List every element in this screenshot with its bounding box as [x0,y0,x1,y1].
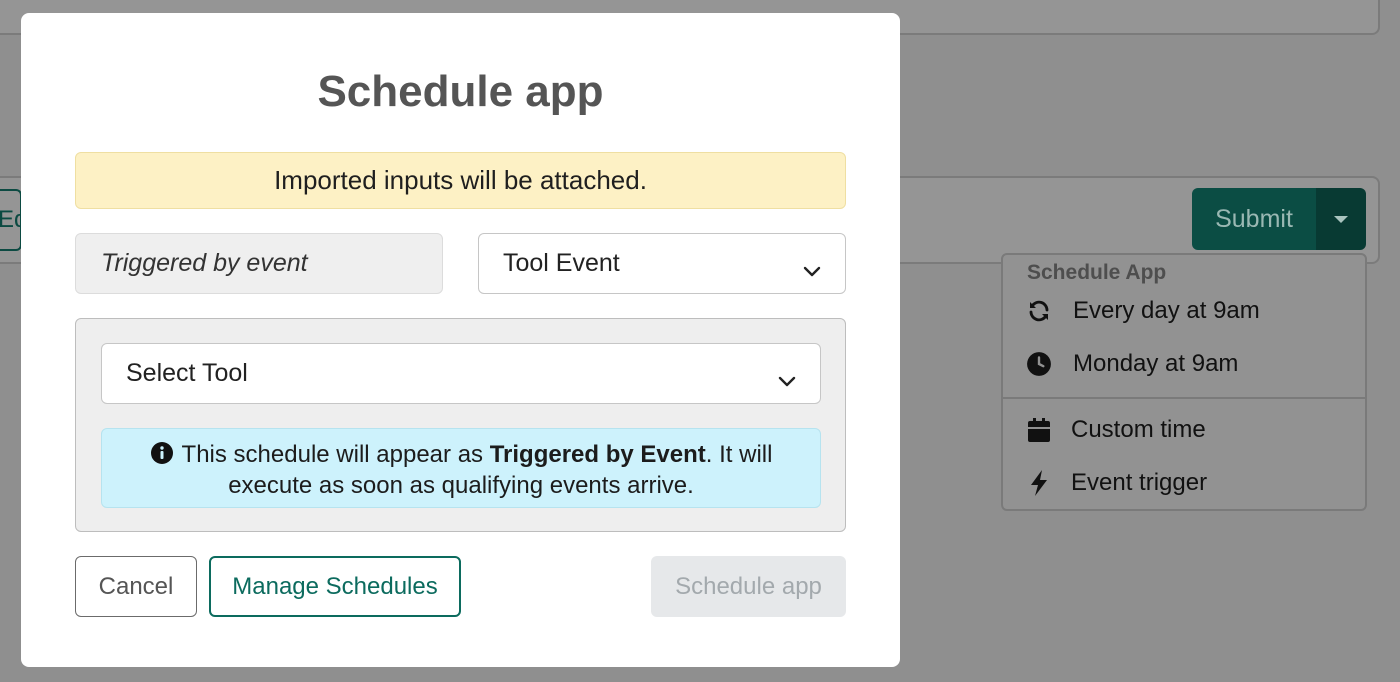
menu-item-label: Custom time [1071,416,1206,443]
menu-item-every-day[interactable]: Every day at 9am [1025,297,1260,325]
submit-dropdown-toggle[interactable] [1316,188,1366,250]
refresh-icon [1025,297,1053,325]
event-type-select[interactable]: Tool Event [478,233,846,294]
caret-down-icon [1334,215,1348,223]
edit-button[interactable]: Edit [0,189,22,251]
bolt-icon [1025,469,1053,497]
menu-item-label: Event trigger [1071,469,1208,496]
modal-title: Schedule app [317,67,604,116]
imported-inputs-warning: Imported inputs will be attached. [75,152,846,209]
submit-button[interactable]: Submit [1192,188,1316,250]
event-type-value: Tool Event [503,249,620,277]
clock-icon [1025,350,1053,378]
menu-item-monday[interactable]: Monday at 9am [1025,350,1238,378]
menu-item-label: Every day at 9am [1073,297,1260,324]
dropdown-header: Schedule App [1027,261,1167,284]
info-circle-icon [150,441,174,472]
menu-item-custom-time[interactable]: Custom time [1025,416,1206,444]
menu-item-label: Monday at 9am [1073,350,1239,377]
tool-select-value: Select Tool [126,359,248,387]
trigger-type-label: Triggered by event [75,233,443,294]
manage-schedules-button[interactable]: Manage Schedules [209,556,461,617]
calendar-icon [1025,416,1053,444]
info-line-1: This schedule will appear as Triggered b… [102,441,820,472]
chevron-down-icon [803,256,821,285]
chevron-down-icon [778,366,796,395]
dropdown-divider [1003,397,1365,399]
info-text-prefix: This schedule will appear as [181,441,490,468]
trigger-info-alert: This schedule will appear as Triggered b… [101,428,821,508]
menu-item-event-trigger[interactable]: Event trigger [1025,469,1207,497]
info-line-2: execute as soon as qualifying events arr… [228,472,694,499]
schedule-app-button[interactable]: Schedule app [651,556,846,617]
schedule-dropdown-menu: Schedule App Every day at 9am Monday at … [1001,253,1367,511]
tool-select[interactable]: Select Tool [101,343,821,404]
event-config-panel: Select Tool This schedule will appear as… [75,318,846,532]
cancel-button[interactable]: Cancel [75,556,197,617]
info-text-suffix: . It will [705,441,773,468]
schedule-modal: Schedule app Imported inputs will be att… [21,13,900,667]
info-text-bold: Triggered by Event [489,441,706,468]
submit-button-group: Submit [1192,188,1366,250]
